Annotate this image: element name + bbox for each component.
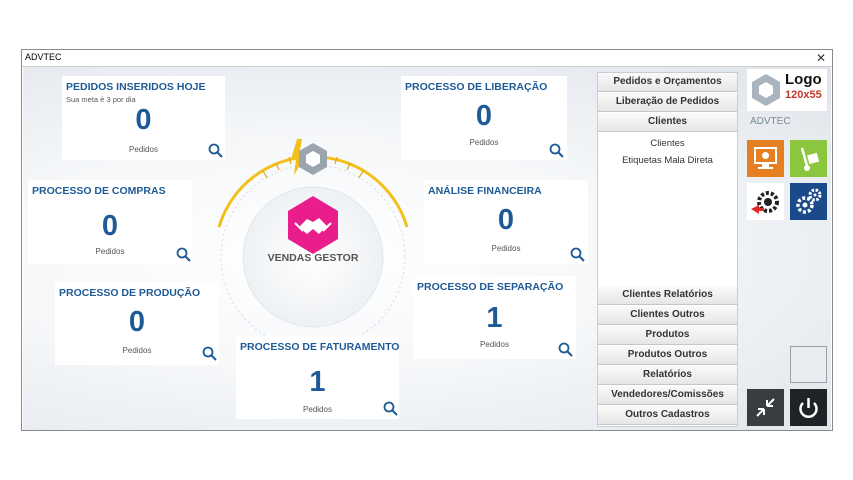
submenu-item-clientes[interactable]: Clientes: [598, 138, 737, 149]
panel-title: PROCESSO DE FATURAMENTO: [240, 341, 400, 353]
panel-value: 0: [128, 306, 146, 338]
panel-title: PROCESSO DE LIBERAÇÃO: [405, 81, 548, 93]
cube-logo-icon: [752, 74, 780, 106]
title-bar: ADVTEC ✕: [22, 50, 832, 67]
menu-item-clientes-relatorios[interactable]: Clientes Relatórios: [598, 286, 737, 305]
menu-item-produtos-outros[interactable]: Produtos Outros: [598, 346, 737, 365]
panel-analise-financeira[interactable]: ANÁLISE FINANCEIRA 0 Pedidos: [424, 180, 588, 264]
search-icon[interactable]: [383, 401, 399, 417]
panel-title: PROCESSO DE COMPRAS: [32, 185, 166, 197]
menu-item-vendedores-comissoes[interactable]: Vendedores/Comissões: [598, 386, 737, 405]
menu-item-clientes-outros[interactable]: Clientes Outros: [598, 306, 737, 325]
panel-value: 0: [101, 210, 119, 242]
minimize-icon[interactable]: [747, 389, 784, 426]
panel-label: Pedidos: [469, 138, 499, 147]
monitor-icon[interactable]: [747, 140, 784, 177]
panel-title: PEDIDOS INSERIDOS HOJE: [66, 81, 206, 93]
window-title: ADVTEC: [25, 52, 62, 62]
side-menu: Pedidos e Orçamentos Liberação de Pedido…: [597, 72, 738, 427]
panel-processo-faturamento[interactable]: PROCESSO DE FATURAMENTO 1 Pedidos: [236, 336, 399, 419]
close-icon[interactable]: ✕: [816, 50, 826, 66]
search-icon[interactable]: [558, 342, 574, 358]
power-icon[interactable]: [790, 389, 827, 426]
center-label: VENDAS GESTOR: [267, 252, 359, 264]
panel-label: Pedidos: [95, 247, 125, 256]
panel-processo-compras[interactable]: PROCESSO DE COMPRAS 0 Pedidos: [28, 180, 192, 264]
menu-item-outros-cadastros[interactable]: Outros Cadastros: [598, 406, 737, 425]
panel-value: 0: [135, 104, 152, 136]
panel-label: Pedidos: [303, 405, 332, 414]
hand-truck-icon[interactable]: [790, 140, 827, 177]
panel-value: 1: [309, 366, 326, 398]
panel-title: ANÁLISE FINANCEIRA: [428, 185, 542, 197]
gears-icon[interactable]: [790, 183, 827, 220]
menu-item-liberacao-pedidos[interactable]: Liberação de Pedidos: [598, 93, 737, 112]
submenu-item-etiquetas[interactable]: Etiquetas Mala Direta: [598, 155, 737, 166]
search-icon[interactable]: [549, 143, 565, 159]
cube-logo-icon: [299, 143, 327, 175]
panel-label: Pedidos: [491, 244, 521, 253]
logo-size: 120x55: [785, 89, 822, 101]
menu-item-relatorios[interactable]: Relatórios: [598, 366, 737, 385]
brand-label: ADVTEC: [750, 116, 791, 127]
panel-pedidos-inseridos[interactable]: PEDIDOS INSERIDOS HOJE Sua meta é 3 por …: [62, 76, 225, 160]
panel-processo-liberacao[interactable]: PROCESSO DE LIBERAÇÃO 0 Pedidos: [401, 76, 567, 160]
menu-item-clientes[interactable]: Clientes: [598, 113, 737, 132]
panel-value: 1: [486, 302, 503, 334]
logo-text: Logo: [785, 71, 822, 88]
panel-title: PROCESSO DE PRODUÇÃO: [59, 287, 201, 299]
menu-item-produtos[interactable]: Produtos: [598, 326, 737, 345]
search-icon[interactable]: [208, 143, 224, 159]
panel-label: Pedidos: [122, 346, 152, 355]
panel-label: Pedidos: [480, 340, 509, 349]
panel-value: 0: [475, 100, 493, 132]
empty-tile[interactable]: [790, 346, 827, 383]
panel-subtitle: Sua meta é 3 por dia: [66, 95, 136, 104]
panel-value: 0: [497, 204, 515, 236]
panel-label: Pedidos: [129, 145, 158, 154]
dashboard: VENDAS GESTOR PEDIDOS INSERIDOS HOJE Sua…: [23, 67, 831, 430]
search-icon[interactable]: [202, 346, 218, 362]
app-window: ADVTEC ✕ VENDAS GESTOR PEDIDOS INSERIDOS…: [21, 49, 833, 431]
company-logo: Logo 120x55: [747, 69, 827, 111]
menu-item-pedidos-orcamentos[interactable]: Pedidos e Orçamentos: [598, 73, 737, 92]
panel-title: PROCESSO DE SEPARAÇÃO: [417, 281, 564, 293]
gear-arrow-icon[interactable]: [747, 183, 784, 220]
panel-processo-separacao[interactable]: PROCESSO DE SEPARAÇÃO 1 Pedidos: [413, 276, 576, 359]
search-icon[interactable]: [570, 247, 586, 263]
search-icon[interactable]: [176, 247, 192, 263]
panel-processo-producao[interactable]: PROCESSO DE PRODUÇÃO 0 Pedidos: [55, 282, 219, 365]
